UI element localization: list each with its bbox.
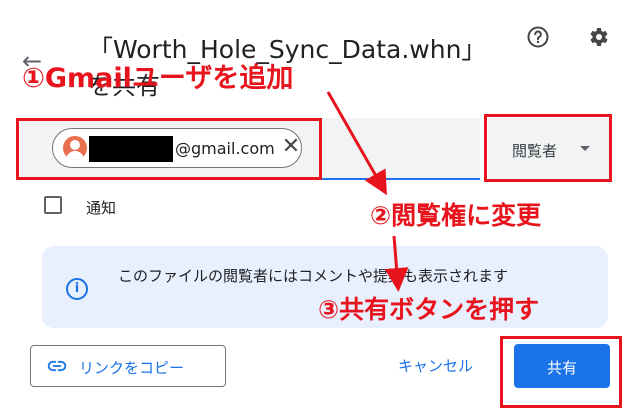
- arrow-step2: [384, 235, 409, 292]
- annotation-step1: ①Gmailユーザを追加: [22, 63, 294, 94]
- annotation-step3: ③共有ボタンを押す: [318, 295, 540, 324]
- annotation-step2: ②閲覧権に変更: [370, 201, 542, 230]
- arrow-step1: [326, 91, 387, 196]
